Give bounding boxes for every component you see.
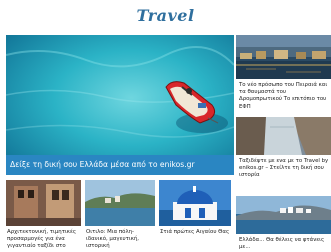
travel-logo[interactable]: Travel xyxy=(0,6,331,25)
article-title[interactable]: Το νέο πρόσωπο του Πειραιά και τα θαυμασ… xyxy=(236,79,331,111)
article-title[interactable]: Ταξιδέψτε με ενα με το Travel by enikos.… xyxy=(236,155,331,177)
article-title[interactable]: Αρχιτεκτονική, τιμητικές προσαρμογές για… xyxy=(6,226,81,250)
article-thumbnail[interactable] xyxy=(85,180,155,226)
article-thumbnail[interactable] xyxy=(236,196,331,234)
hero-feature[interactable]: Δείξε τη δική σου Ελλάδα μέσα από το eni… xyxy=(6,35,234,175)
article-thumbnail[interactable] xyxy=(236,117,331,155)
side-article[interactable]: Το νέο πρόσωπο του Πειραιά και τα θαυμασ… xyxy=(236,35,331,114)
article-thumbnail[interactable] xyxy=(6,180,81,226)
article-thumbnail[interactable] xyxy=(236,35,331,79)
bottom-article[interactable]: Αρχιτεκτονική, τιμητικές προσαρμογές για… xyxy=(6,180,81,252)
article-title[interactable]: Στιά πρώτες Αιγαίου Θας xyxy=(159,226,231,236)
article-title[interactable]: Οιτιλο: Μια πόλη-ιδανικό, μαγευτική, ιστ… xyxy=(85,226,155,250)
article-title[interactable]: Ελλάδα... Θα θέλεις να φτάνεις με... xyxy=(236,234,331,251)
hero-caption[interactable]: Δείξε τη δική σου Ελλάδα μέσα από το eni… xyxy=(6,155,234,175)
side-article[interactable]: Ταξιδέψτε με ενα με το Travel by enikos.… xyxy=(236,117,331,177)
bottom-article[interactable]: Οιτιλο: Μια πόλη-ιδανικό, μαγευτική, ιστ… xyxy=(85,180,155,252)
article-thumbnail[interactable] xyxy=(159,180,231,226)
hero-image[interactable] xyxy=(6,35,234,175)
site-header: Travel xyxy=(0,0,331,34)
side-article[interactable]: Ελλάδα... Θα θέλεις να φτάνεις με... xyxy=(236,196,331,252)
bottom-article[interactable]: Στιά πρώτες Αιγαίου Θας xyxy=(159,180,231,252)
